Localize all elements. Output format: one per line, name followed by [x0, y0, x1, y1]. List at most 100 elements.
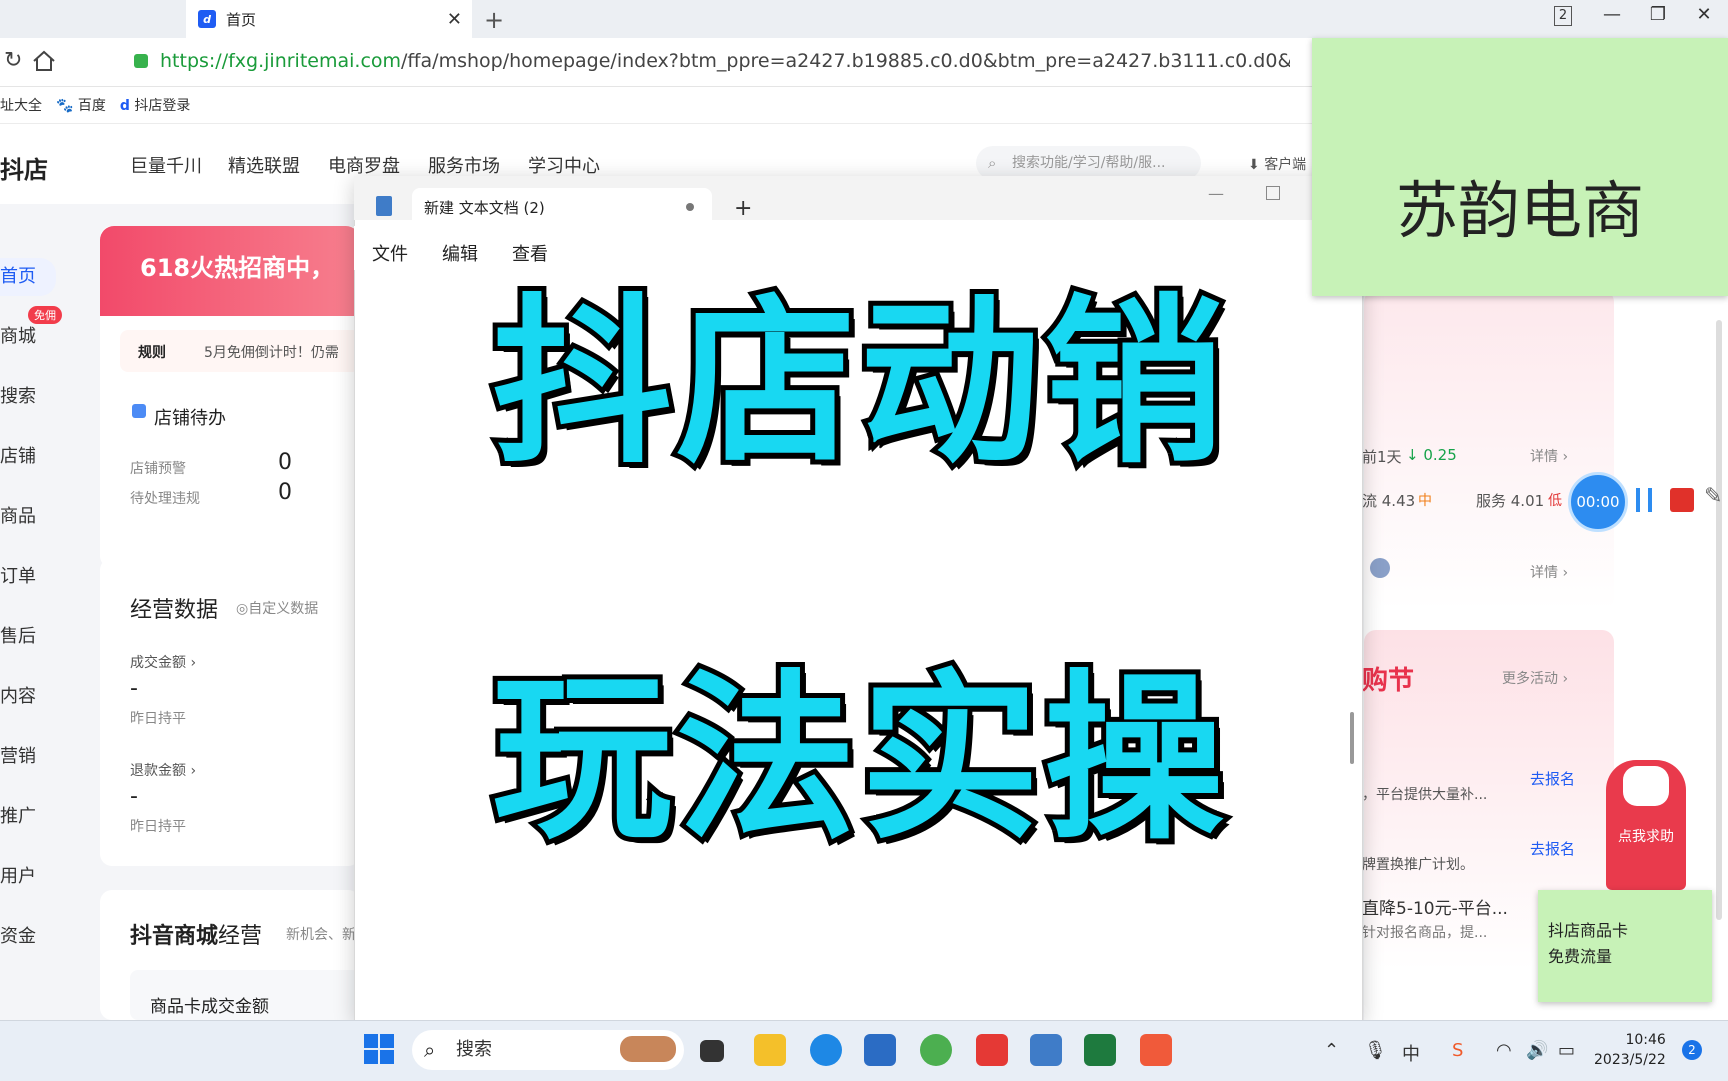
url-path: /ffa/mshop/homepage/index?btm_ppre=a2427… — [401, 50, 1290, 72]
excel-icon[interactable] — [1084, 1034, 1116, 1066]
todo-value: 0 — [278, 450, 292, 475]
battery-icon[interactable]: ▭ — [1558, 1040, 1575, 1061]
shield-icon — [1370, 558, 1390, 578]
sidebar-item-mall[interactable]: 商城 — [0, 322, 36, 348]
nav-service-market[interactable]: 服务市场 — [428, 152, 500, 178]
nav-compass[interactable]: 电商罗盘 — [328, 152, 400, 178]
recorder-timer[interactable]: 00:00 — [1568, 472, 1628, 532]
bookmark-label: 抖店登录 — [134, 98, 191, 114]
wifi-icon[interactable]: ◠ — [1496, 1040, 1512, 1061]
doudian-tab-icon: d — [198, 10, 216, 28]
menu-file[interactable]: 文件 — [372, 240, 408, 266]
mall-title-main: 抖音商城 — [130, 924, 219, 949]
url-host: fxg.jinritemai.com — [228, 50, 402, 72]
volume-icon[interactable]: 🔊 — [1526, 1040, 1548, 1061]
bookmark-doudian[interactable]: d 抖店登录 — [120, 95, 190, 115]
biz-label[interactable]: 成交金额 › — [130, 652, 196, 672]
nav-alliance[interactable]: 精选联盟 — [228, 152, 300, 178]
file-explorer-icon[interactable] — [754, 1034, 786, 1066]
recorder-stop-icon[interactable] — [1670, 488, 1694, 512]
taskbar-clock[interactable]: 10:46 2023/5/22 — [1594, 1030, 1666, 1070]
score-day-value: ↓ 0.25 — [1406, 446, 1457, 464]
windows-start-icon[interactable] — [364, 1034, 394, 1064]
chat-app-icon[interactable] — [976, 1034, 1008, 1066]
ie-browser-icon[interactable] — [920, 1034, 952, 1066]
pen-icon[interactable]: ✎ — [1704, 484, 1722, 509]
sidebar-item-orders[interactable]: 订单 — [0, 562, 36, 588]
browser-tab-home[interactable]: d 首页 ✕ — [186, 0, 472, 38]
notepad-taskbar-icon[interactable] — [1030, 1034, 1062, 1066]
todo-label[interactable]: 待处理违规 — [130, 488, 200, 508]
page-scrollbar[interactable] — [1716, 320, 1722, 920]
task-view-icon[interactable] — [700, 1040, 724, 1062]
promo-banner-text: 618火热招商中， — [140, 254, 335, 282]
sidebar-item-search[interactable]: 搜索 — [0, 382, 36, 408]
notification-badge[interactable]: 2 — [1682, 1040, 1702, 1060]
sidebar-item-home[interactable]: 首页 — [0, 258, 56, 296]
sidebar-item-users[interactable]: 用户 — [0, 862, 36, 888]
notepad-minimize-icon[interactable]: — — [1208, 184, 1224, 203]
signup-link[interactable]: 去报名 — [1530, 838, 1575, 859]
edge-icon[interactable] — [810, 1034, 842, 1066]
sidebar-item-store[interactable]: 店铺 — [0, 442, 36, 468]
shop-search-input[interactable]: 搜索功能/学习/帮助/服... — [976, 146, 1201, 180]
store-icon[interactable] — [864, 1034, 896, 1066]
notepad-new-tab-button[interactable]: + — [734, 196, 752, 221]
microphone-icon[interactable]: 🎙 — [1364, 1040, 1387, 1061]
minimize-icon[interactable]: — — [1592, 4, 1632, 25]
detail-link[interactable]: 详情 › — [1530, 562, 1568, 582]
bookmark-baidu[interactable]: 🐾 百度 — [56, 95, 106, 115]
mall-metric-label: 商品卡成交金额 — [150, 997, 269, 1017]
biz-label[interactable]: 退款金额 › — [130, 760, 196, 780]
shop-logo[interactable]: 抖店 — [0, 150, 48, 185]
logistics-score: 流 4.43 — [1362, 492, 1416, 510]
url-scheme: https:// — [160, 50, 229, 72]
sidebar-item-marketing[interactable]: 营销 — [0, 742, 36, 768]
sidebar-item-aftersale[interactable]: 售后 — [0, 622, 36, 648]
service-score: 服务 4.01 — [1476, 492, 1545, 510]
tab-close-icon[interactable]: ✕ — [447, 9, 462, 30]
sogou-icon[interactable]: S — [1452, 1040, 1463, 1061]
mall-title-suffix: 经营 — [218, 924, 263, 949]
logistics-level: 中 — [1418, 493, 1432, 509]
sidebar-item-funds[interactable]: 资金 — [0, 922, 36, 948]
new-tab-button[interactable]: + — [484, 6, 504, 34]
rules-notice[interactable]: 规则 5月免佣倒计时！仍需 — [120, 330, 360, 372]
notepad-scrollbar[interactable] — [1350, 712, 1354, 764]
sidebar-item-content[interactable]: 内容 — [0, 682, 36, 708]
restore-icon[interactable]: ❐ — [1638, 4, 1678, 25]
doudian-icon: d — [119, 98, 130, 114]
more-activities-link[interactable]: 更多活动 › — [1502, 668, 1568, 688]
nav-learning[interactable]: 学习中心 — [528, 152, 600, 178]
todo-icon — [132, 404, 146, 418]
sidebar-item-promotion[interactable]: 推广 — [0, 802, 36, 828]
close-window-icon[interactable]: ✕ — [1684, 4, 1724, 25]
business-data-title: 经营数据 — [130, 598, 219, 623]
home-icon[interactable] — [32, 50, 56, 72]
notepad-maximize-icon[interactable] — [1266, 186, 1280, 200]
sidebar-item-goods[interactable]: 商品 — [0, 502, 36, 528]
reload-icon[interactable]: ↻ — [4, 48, 22, 73]
custom-data-link[interactable]: ◎自定义数据 — [236, 598, 318, 618]
clock-time: 10:46 — [1625, 1032, 1666, 1048]
xmind-icon[interactable] — [1140, 1034, 1172, 1066]
recorder-pause-icon[interactable] — [1636, 488, 1652, 512]
service-level: 低 — [1548, 493, 1562, 509]
rules-label: 规则 — [138, 345, 166, 361]
tab-count-badge[interactable]: 2 — [1554, 6, 1572, 26]
mall-title: 抖音商城经营 — [130, 918, 262, 950]
client-download-link[interactable]: ⬇ 客户端 — [1248, 154, 1306, 174]
help-robot-button[interactable]: 点我求助 — [1606, 760, 1686, 890]
todo-label[interactable]: 店铺预警 — [130, 458, 186, 478]
signup-link[interactable]: 去报名 — [1530, 768, 1575, 789]
url-input[interactable]: https://fxg.jinritemai.com/ffa/mshop/hom… — [160, 50, 1290, 72]
nav-qianchuan[interactable]: 巨量千川 — [130, 152, 202, 178]
bookmark-item[interactable]: 址大全 — [0, 95, 42, 115]
tray-overflow-icon[interactable]: ⌃ — [1324, 1040, 1339, 1061]
ime-icon[interactable]: 中 — [1402, 1040, 1420, 1066]
score-day-label: 前1天 — [1362, 448, 1402, 466]
search-icon: ⌕ — [988, 154, 997, 172]
detail-link[interactable]: 详情 › — [1530, 446, 1568, 466]
activity-desc: ，平台提供大量补... — [1362, 787, 1488, 803]
notepad-tab[interactable]: 新建 文本文档 (2) — [412, 188, 712, 226]
